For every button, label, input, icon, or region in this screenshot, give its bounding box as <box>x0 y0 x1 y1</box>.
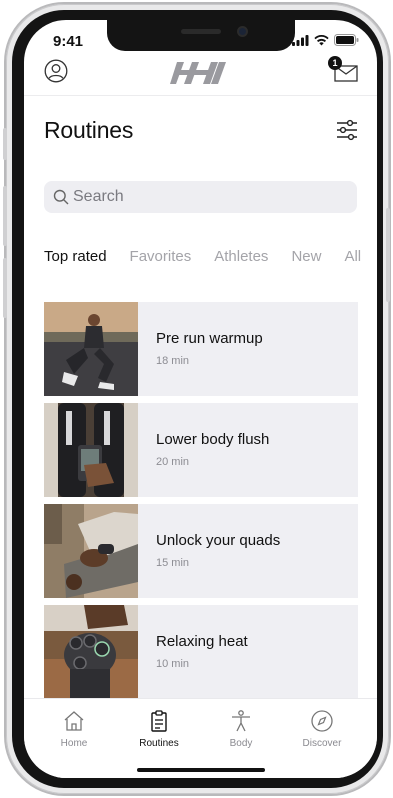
routine-text: Unlock your quads 15 min <box>138 504 280 598</box>
routine-duration: 18 min <box>156 355 190 367</box>
wifi-icon <box>314 34 329 45</box>
tabbar-label: Routines <box>139 738 179 749</box>
tabbar-label: Home <box>60 738 88 749</box>
notch <box>107 20 295 51</box>
bottom-tab-bar: Home Routines Body Discover <box>24 698 377 778</box>
side-button <box>3 128 7 160</box>
routine-text: Lower body flush 20 min <box>138 403 269 497</box>
tab-all[interactable]: All <box>344 248 361 265</box>
inbox-button[interactable]: 1 <box>328 56 359 84</box>
tab-athletes[interactable]: Athletes <box>214 248 268 265</box>
routine-thumbnail <box>44 504 138 598</box>
profile-button[interactable] <box>44 59 68 83</box>
volume-down-button <box>3 258 7 318</box>
tabbar-item-home[interactable]: Home <box>34 709 114 749</box>
speaker <box>181 29 221 34</box>
search-bar[interactable] <box>44 181 357 213</box>
routine-thumbnail <box>44 302 138 396</box>
front-camera <box>237 26 248 37</box>
search-icon <box>53 189 69 205</box>
top-bar: 1 <box>24 54 377 96</box>
body-icon <box>232 710 250 732</box>
filter-button[interactable] <box>335 118 359 142</box>
page-title: Routines <box>44 117 134 143</box>
sliders-icon <box>337 119 357 141</box>
signal-icon <box>292 34 309 46</box>
routine-text: Relaxing heat 10 min <box>138 605 248 699</box>
tab-new[interactable]: New <box>291 248 321 265</box>
compass-icon <box>311 710 333 732</box>
routine-name: Unlock your quads <box>156 532 281 549</box>
routine-name: Relaxing heat <box>156 633 248 650</box>
battery-icon <box>334 34 359 46</box>
routine-text: Pre run warmup 18 min <box>138 302 263 396</box>
status-icons <box>292 34 359 46</box>
home-indicator <box>137 768 265 772</box>
routine-thumbnail <box>44 403 138 497</box>
power-button <box>386 208 390 302</box>
routine-name: Pre run warmup <box>156 330 263 347</box>
tabbar-label: Discover <box>302 738 342 749</box>
routine-duration: 10 min <box>156 658 190 670</box>
tab-favorites[interactable]: Favorites <box>130 248 192 265</box>
routine-thumbnail <box>44 605 138 699</box>
routine-duration: 20 min <box>156 456 190 468</box>
tabbar-item-routines[interactable]: Routines <box>119 709 199 749</box>
routine-card[interactable]: Lower body flush 20 min <box>44 403 358 497</box>
routine-card[interactable]: Unlock your quads 15 min <box>44 504 358 598</box>
tabbar-item-body[interactable]: Body <box>201 709 281 749</box>
routine-duration: 15 min <box>156 557 190 569</box>
volume-up-button <box>3 186 7 246</box>
search-input[interactable] <box>73 188 343 206</box>
routines-icon <box>151 710 167 732</box>
app-screen: 9:41 1 Routines Search Top rated Favorit… <box>24 20 377 778</box>
home-icon <box>64 711 84 731</box>
tab-top-rated[interactable]: Top rated <box>44 248 107 265</box>
notification-badge: 1 <box>328 56 342 70</box>
tabbar-label: Body <box>229 738 253 749</box>
routine-card[interactable]: Pre run warmup 18 min <box>44 302 358 396</box>
profile-icon <box>44 59 68 83</box>
routine-name: Lower body flush <box>156 431 270 448</box>
routine-card[interactable]: Relaxing heat 10 min <box>44 605 358 699</box>
routine-list: Pre run warmup 18 min Lower body flush 2… <box>44 302 358 706</box>
category-tabs: Top rated Favorites Athletes New All <box>44 248 377 265</box>
status-time: 9:41 <box>53 33 84 50</box>
brand-logo <box>170 62 226 84</box>
tabbar-item-discover[interactable]: Discover <box>282 709 362 749</box>
